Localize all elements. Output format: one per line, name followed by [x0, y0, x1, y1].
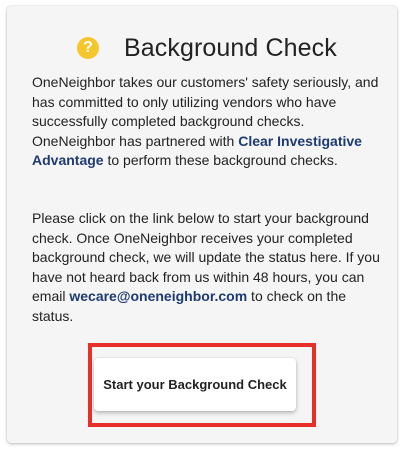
safety-text-end: to perform these background checks. [103, 152, 338, 169]
instructions-paragraph: Please click on the link below to start … [32, 209, 382, 327]
card-header: ? Background Check [7, 32, 397, 64]
help-icon[interactable]: ? [77, 37, 99, 59]
email-link[interactable]: wecare@oneneighbor.com [69, 288, 247, 304]
card-title: Background Check [124, 34, 337, 62]
start-background-check-button[interactable]: Start your Background Check [94, 358, 296, 411]
safety-paragraph: OneNeighbor takes our customers' safety … [32, 73, 382, 171]
